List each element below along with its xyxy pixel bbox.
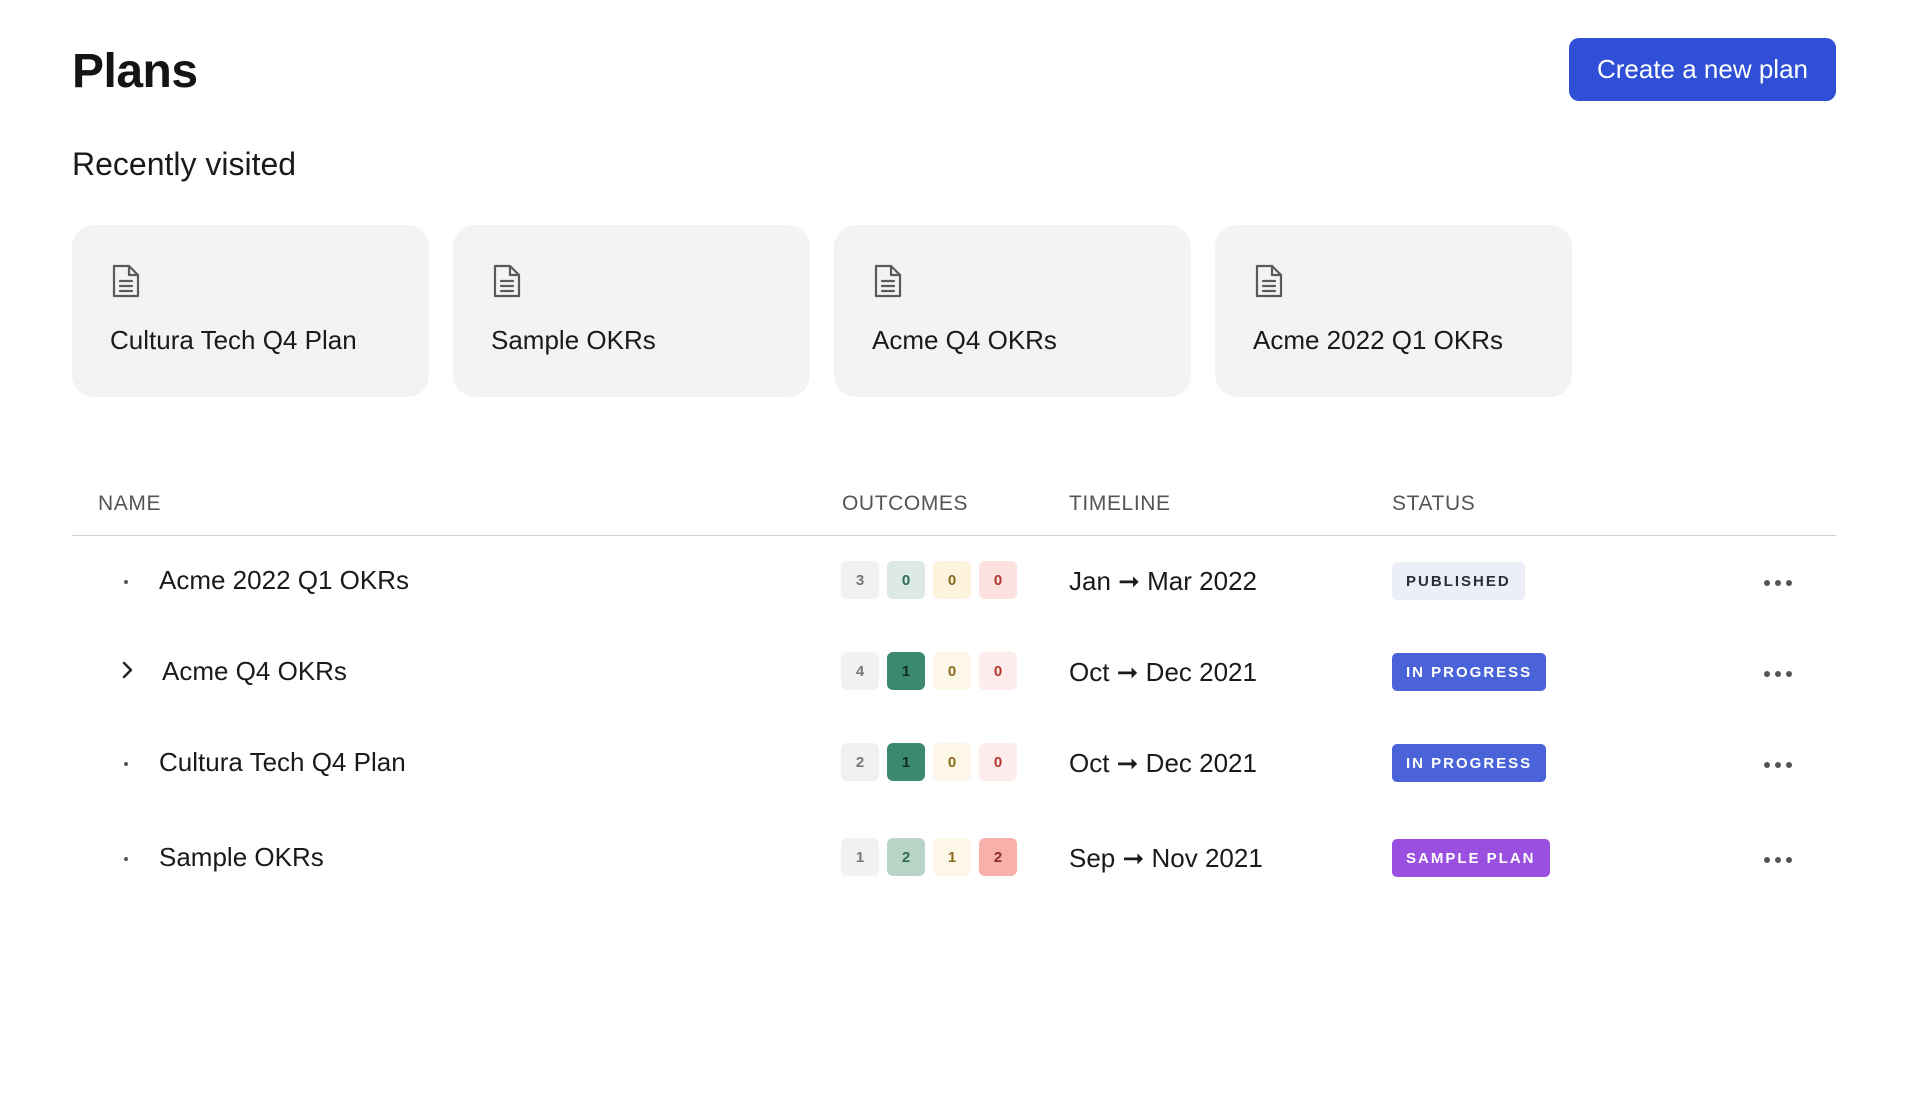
outcome-count-on-track: 1 (887, 652, 925, 690)
recent-card[interactable]: Acme Q4 OKRs (834, 225, 1191, 397)
outcome-counts: 2 1 0 0 (841, 743, 1017, 781)
outcome-count-at-risk: 0 (933, 743, 971, 781)
more-options-icon[interactable] (1760, 853, 1796, 867)
plan-timeline: Oct ➞ Dec 2021 (1069, 657, 1257, 687)
outcome-count-on-track: 0 (887, 561, 925, 599)
table-row[interactable]: Acme 2022 Q1 OKRs 3 0 0 0 Jan ➞ Mar 2022… (72, 536, 1836, 627)
bullet-icon (124, 857, 128, 861)
column-header-outcomes[interactable]: OUTCOMES (842, 492, 968, 516)
outcome-counts: 3 0 0 0 (841, 561, 1017, 599)
recent-card-label: Sample OKRs (491, 325, 656, 355)
more-options-icon[interactable] (1760, 667, 1796, 681)
column-header-timeline[interactable]: TIMELINE (1069, 492, 1171, 516)
document-icon (1255, 264, 1283, 298)
table-row[interactable]: Cultura Tech Q4 Plan 2 1 0 0 Oct ➞ Dec 2… (72, 718, 1836, 809)
outcome-count-at-risk: 0 (933, 652, 971, 690)
table-row[interactable]: Sample OKRs 1 2 1 2 Sep ➞ Nov 2021 SAMPL… (72, 809, 1836, 904)
outcome-counts: 1 2 1 2 (841, 838, 1017, 876)
recent-card[interactable]: Sample OKRs (453, 225, 810, 397)
recently-visited-title: Recently visited (72, 146, 297, 182)
outcome-counts: 4 1 0 0 (841, 652, 1017, 690)
recent-card-label: Acme 2022 Q1 OKRs (1253, 325, 1503, 355)
create-plan-button[interactable]: Create a new plan (1568, 38, 1836, 101)
outcome-count-off-track: 0 (979, 652, 1017, 690)
recent-card-label: Cultura Tech Q4 Plan (110, 325, 357, 355)
bullet-icon (124, 762, 128, 766)
plans-table: NAME OUTCOMES TIMELINE STATUS Acme 2022 … (72, 490, 1836, 904)
document-icon (874, 264, 902, 298)
outcome-count-total: 1 (841, 838, 879, 876)
plan-name[interactable]: Cultura Tech Q4 Plan (159, 747, 406, 778)
plan-timeline: Oct ➞ Dec 2021 (1069, 748, 1257, 778)
chevron-right-icon[interactable] (118, 658, 138, 682)
document-icon (493, 264, 521, 298)
outcome-count-off-track: 0 (979, 743, 1017, 781)
more-options-icon[interactable] (1760, 576, 1796, 590)
table-header: NAME OUTCOMES TIMELINE STATUS (72, 490, 1836, 536)
plan-timeline: Jan ➞ Mar 2022 (1069, 566, 1257, 596)
outcome-count-on-track: 1 (887, 743, 925, 781)
status-badge: PUBLISHED (1392, 562, 1525, 600)
outcome-count-total: 4 (841, 652, 879, 690)
plan-timeline: Sep ➞ Nov 2021 (1069, 843, 1263, 873)
outcome-count-at-risk: 0 (933, 561, 971, 599)
status-badge: SAMPLE PLAN (1392, 839, 1550, 877)
document-icon (112, 264, 140, 298)
page-title: Plans (72, 45, 198, 98)
bullet-icon (124, 580, 128, 584)
recent-card-label: Acme Q4 OKRs (872, 325, 1057, 355)
more-options-icon[interactable] (1760, 758, 1796, 772)
outcome-count-total: 3 (841, 561, 879, 599)
outcome-count-total: 2 (841, 743, 879, 781)
recently-visited-cards: Cultura Tech Q4 Plan Sample OKRs Acme Q4… (72, 225, 1572, 397)
plan-name[interactable]: Acme 2022 Q1 OKRs (159, 565, 409, 596)
status-badge: IN PROGRESS (1392, 744, 1547, 782)
recent-card[interactable]: Acme 2022 Q1 OKRs (1215, 225, 1572, 397)
outcome-count-off-track: 0 (979, 561, 1017, 599)
page-header: Plans Create a new plan (72, 38, 1836, 102)
plans-page: Plans Create a new plan Recently visited… (0, 0, 1908, 1096)
column-header-name[interactable]: NAME (98, 492, 161, 516)
status-badge: IN PROGRESS (1392, 653, 1547, 691)
table-row[interactable]: Acme Q4 OKRs 4 1 0 0 Oct ➞ Dec 2021 IN P… (72, 627, 1836, 718)
plan-name[interactable]: Acme Q4 OKRs (162, 656, 347, 687)
outcome-count-off-track: 2 (979, 838, 1017, 876)
outcome-count-at-risk: 1 (933, 838, 971, 876)
recent-card[interactable]: Cultura Tech Q4 Plan (72, 225, 429, 397)
plan-name[interactable]: Sample OKRs (159, 842, 324, 873)
outcome-count-on-track: 2 (887, 838, 925, 876)
column-header-status[interactable]: STATUS (1392, 492, 1475, 516)
